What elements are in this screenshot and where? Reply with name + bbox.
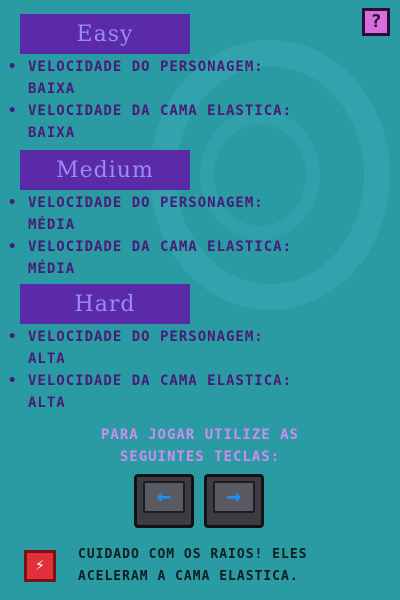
medium-title: Medium bbox=[56, 157, 154, 183]
list-item: • VELOCIDADE DO PERSONAGEM: ALTA bbox=[8, 329, 264, 367]
lightning-bolt-icon: ⚡ bbox=[24, 550, 56, 582]
list-item: • VELOCIDADE DO PERSONAGEM: MÉDIA bbox=[8, 195, 264, 233]
hard-banner: Hard bbox=[20, 284, 190, 324]
right-arrow-key[interactable]: → bbox=[204, 474, 264, 528]
lightning-warning: CUIDADO COM OS RAIOS! ELES ACELERAM A CA… bbox=[78, 547, 308, 584]
list-item: • VELOCIDADE DO PERSONAGEM: BAIXA bbox=[8, 59, 264, 97]
medium-banner: Medium bbox=[20, 150, 190, 190]
list-item: • VELOCIDADE DA CAMA ELASTICA: MÉDIA bbox=[8, 239, 293, 277]
left-arrow-key[interactable]: ← bbox=[134, 474, 194, 528]
list-item: • VELOCIDADE DA CAMA ELASTICA: BAIXA bbox=[8, 103, 293, 141]
medium-details: • VELOCIDADE DO PERSONAGEM: MÉDIA • VELOCID… bbox=[8, 192, 292, 280]
question-icon: ? bbox=[370, 11, 382, 32]
left-arrow-icon: ← bbox=[143, 481, 185, 513]
easy-banner: Easy bbox=[20, 14, 190, 54]
easy-title: Easy bbox=[76, 21, 134, 47]
easy-details: • VELOCIDADE DO PERSONAGEM: BAIXA • VELOCID… bbox=[8, 56, 292, 144]
controls-instructions: PARA JOGAR UTILIZE AS SEGUINTES TECLAS: bbox=[100, 427, 299, 465]
hard-details: • VELOCIDADE DO PERSONAGEM: ALTA • VELOCIDA… bbox=[8, 326, 292, 414]
list-item: • VELOCIDADE DA CAMA ELASTICA: ALTA bbox=[8, 373, 293, 411]
right-arrow-icon: → bbox=[213, 481, 255, 513]
hard-title: Hard bbox=[74, 291, 136, 317]
help-button[interactable]: ? bbox=[362, 8, 390, 36]
